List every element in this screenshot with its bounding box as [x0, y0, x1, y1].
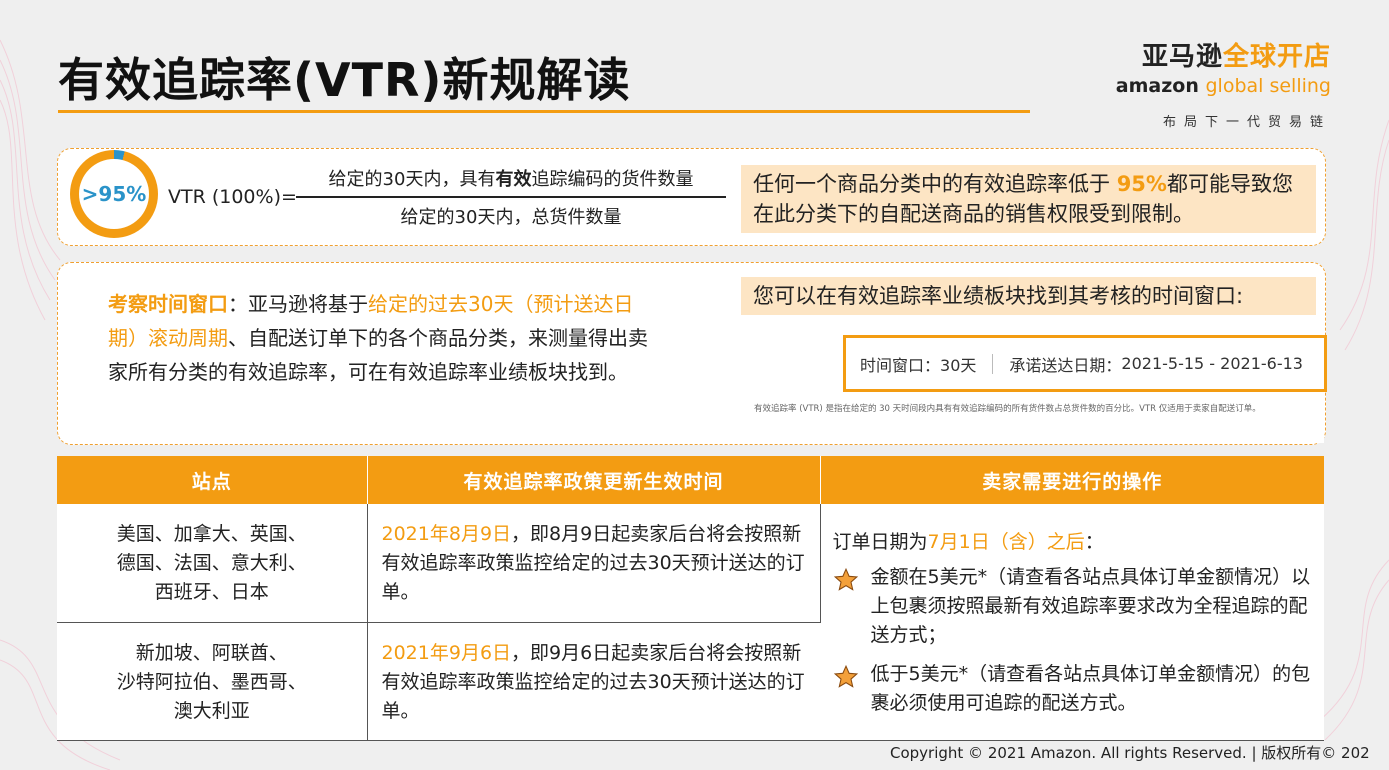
effective-date: 2021年9月6日 — [381, 641, 512, 664]
table-row: 美国、加拿大、英国、 德国、法国、意大利、 西班牙、日本 2021年8月9日，即… — [57, 504, 1324, 741]
formula-denominator: 给定的30天内，总货件数量 — [400, 207, 622, 228]
site-line: 沙特阿拉伯、墨西哥、 — [116, 670, 307, 693]
effective-date: 2021年8月9日 — [381, 522, 512, 545]
header-sites: 站点 — [57, 456, 368, 504]
site-line: 西班牙、日本 — [154, 580, 269, 603]
logo-cn-b: 全球开店 — [1222, 42, 1331, 72]
window-label: 考察时间窗口 — [108, 292, 228, 316]
formula-lhs: VTR (100%)= — [168, 186, 297, 208]
table-header-row: 站点 有效追踪率政策更新生效时间 卖家需要进行的操作 — [57, 456, 1324, 504]
intro-date: 7月1日（含）之后 — [927, 530, 1085, 553]
window-readout-label: 时间窗口： — [860, 355, 941, 375]
star-icon — [833, 664, 859, 718]
window-readout-value: 30天 — [940, 355, 977, 375]
numerator-bold: 有效 — [495, 169, 532, 190]
header-effective-date: 有效追踪率政策更新生效时间 — [367, 456, 821, 504]
intro-post: ： — [1084, 530, 1104, 553]
logo-global-selling: global selling — [1205, 75, 1331, 97]
fraction-bar — [296, 196, 726, 198]
action-intro: 订单日期为7月1日（含）之后： — [833, 528, 1313, 557]
amazon-global-selling-logo: 亚马逊全球开店 amazon global selling 布局下一代贸易链 — [1116, 36, 1331, 130]
numerator-post: 追踪编码的货件数量 — [531, 169, 694, 190]
formula-numerator: 给定的30天内，具有有效追踪编码的货件数量 — [296, 165, 726, 191]
date-readout-value: 2021-5-15 - 2021-6-13 — [1121, 354, 1303, 373]
page-title: 有效追踪率(VTR)新规解读 — [58, 53, 631, 107]
actions-cell: 订单日期为7月1日（含）之后： 金额在5美元*（请查看各站点具体订单金额情况）以… — [820, 504, 1324, 741]
logo-amazon: amazon — [1115, 75, 1199, 97]
site-line: 美国、加拿大、英国、 — [116, 522, 307, 545]
window-sep: ：亚马逊将基于 — [228, 292, 368, 316]
time-window-callout: 您可以在有效追踪率业绩板块找到其考核的时间窗口: — [741, 277, 1316, 315]
site-line: 澳大利亚 — [173, 699, 250, 722]
screenshot-fine-print: 有效追踪率 (VTR) 是指在给定的 30 天时间段内具有有效追踪编码的所有货件… — [754, 404, 1261, 414]
logo-tagline: 布局下一代贸易链 — [1162, 115, 1331, 130]
logo-cn-a: 亚马逊 — [1141, 42, 1223, 72]
time-window-text: 考察时间窗口：亚马逊将基于给定的过去30天（预计送达日期）滚动周期、自配送订单下… — [108, 287, 648, 389]
copyright-footer: Copyright © 2021 Amazon. All rights Rese… — [890, 744, 1370, 762]
effective-date-cell: 2021年9月6日，即9月6日起卖家后台将会按照新有效追踪率政策监控给定的过去3… — [367, 622, 820, 741]
site-line: 德国、法国、意大利、 — [116, 551, 307, 574]
table-bottom-rule — [57, 740, 1324, 741]
site-line: 新加坡、阿联酋、 — [135, 641, 288, 664]
time-window-readout: 时间窗口： 30天 承诺送达日期： 2021-5-15 - 2021-6-13 — [843, 335, 1327, 392]
ring-label: >95% — [79, 159, 149, 229]
effective-date-cell: 2021年8月9日，即8月9日起卖家后台将会按照新有效追踪率政策监控给定的过去3… — [367, 504, 821, 623]
policy-table: 站点 有效追踪率政策更新生效时间 卖家需要进行的操作 美国、加拿大、英国、 德国… — [57, 456, 1324, 741]
restriction-callout: 任何一个商品分类中的有效追踪率低于 95%都可能导致您在此分类下的自配送商品的销… — [741, 165, 1316, 233]
title-underline — [58, 110, 1030, 113]
action-bullet: 金额在5美元*（请查看各站点具体订单金额情况）以上包裹须按照最新有效追踪率要求改… — [833, 563, 1313, 650]
sites-cell: 新加坡、阿联酋、 沙特阿拉伯、墨西哥、 澳大利亚 — [57, 622, 368, 741]
header-actions: 卖家需要进行的操作 — [820, 456, 1324, 504]
readout-divider — [992, 353, 994, 374]
vtr-target-ring: >95% — [70, 150, 158, 238]
bullet-text: 金额在5美元*（请查看各站点具体订单金额情况）以上包裹须按照最新有效追踪率要求改… — [870, 565, 1311, 646]
numerator-pre: 给定的30天内，具有 — [328, 169, 496, 190]
callout-highlight: 95% — [1116, 172, 1167, 196]
sites-cell: 美国、加拿大、英国、 德国、法国、意大利、 西班牙、日本 — [57, 504, 368, 623]
bullet-text: 低于5美元*（请查看各站点具体订单金额情况）的包裹必须使用可追踪的配送方式。 — [870, 662, 1311, 714]
intro-pre: 订单日期为 — [832, 530, 928, 553]
action-bullet: 低于5美元*（请查看各站点具体订单金额情况）的包裹必须使用可追踪的配送方式。 — [833, 660, 1313, 718]
callout-pre: 任何一个商品分类中的有效追踪率低于 — [753, 172, 1117, 196]
star-icon — [833, 567, 859, 650]
date-readout-label: 承诺送达日期： — [1009, 355, 1122, 375]
